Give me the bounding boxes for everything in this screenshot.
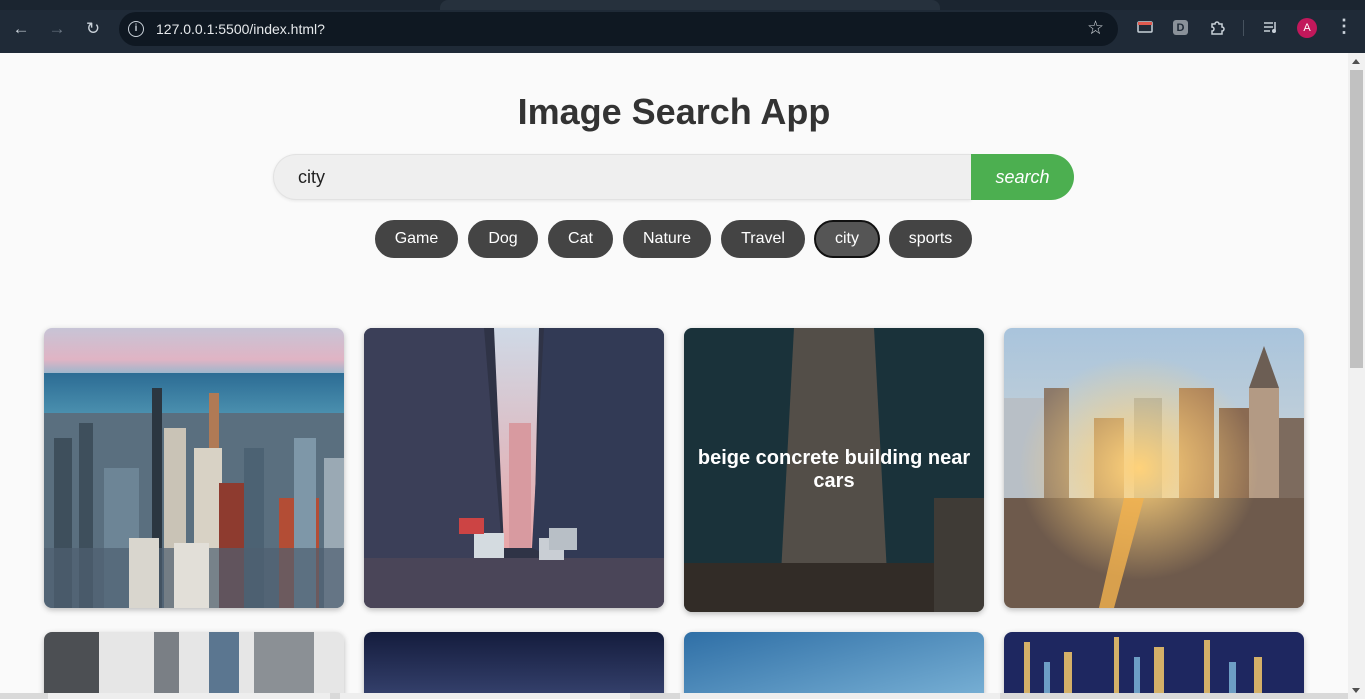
vertical-scrollbar[interactable]: [1348, 53, 1365, 699]
cast-icon[interactable]: [1136, 18, 1154, 36]
chip-dog[interactable]: Dog: [468, 220, 538, 258]
tab-strip: [0, 0, 1365, 10]
media-queue-icon[interactable]: [1262, 18, 1280, 36]
result-card[interactable]: [44, 328, 344, 608]
url-text[interactable]: 127.0.0.1:5500/index.html?: [156, 21, 325, 37]
profile-avatar[interactable]: A: [1297, 18, 1317, 38]
address-bar[interactable]: i 127.0.0.1:5500/index.html? ☆: [119, 12, 1118, 46]
result-card[interactable]: [1004, 328, 1304, 608]
site-info-icon[interactable]: i: [128, 21, 144, 37]
result-card[interactable]: [364, 632, 664, 699]
active-tab[interactable]: [440, 0, 940, 10]
chip-travel[interactable]: Travel: [721, 220, 805, 258]
toolbar-divider: [1243, 20, 1244, 36]
forward-arrow-icon[interactable]: →: [45, 17, 69, 41]
result-image: [364, 328, 664, 608]
result-card-hovered[interactable]: beige concrete building near cars: [684, 328, 984, 612]
result-image: [1004, 328, 1304, 608]
result-image: [364, 632, 664, 699]
horizontal-scrollbar[interactable]: [0, 693, 1348, 699]
result-card[interactable]: [684, 632, 984, 699]
result-image: [1004, 632, 1304, 699]
result-image: [44, 632, 344, 699]
back-arrow-icon[interactable]: ←: [9, 17, 33, 41]
result-image: [684, 632, 984, 699]
hscroll-segment: [680, 693, 1000, 699]
scroll-down-arrow-icon[interactable]: [1352, 688, 1360, 693]
result-card[interactable]: [364, 328, 664, 608]
scroll-up-arrow-icon[interactable]: [1352, 59, 1360, 64]
page-viewport: Image Search App search Game Dog Cat Nat…: [0, 53, 1348, 699]
chip-sports[interactable]: sports: [889, 220, 972, 258]
image-caption: beige concrete building near cars: [697, 447, 971, 492]
chip-city[interactable]: city: [814, 220, 880, 258]
chip-cat[interactable]: Cat: [548, 220, 613, 258]
hscroll-segment: [340, 693, 630, 699]
result-card[interactable]: [44, 632, 344, 699]
page-title: Image Search App: [517, 91, 831, 132]
hover-overlay: beige concrete building near cars: [684, 328, 984, 612]
browser-toolbar: ← → ↻ i 127.0.0.1:5500/index.html? ☆ D A…: [0, 0, 1365, 53]
category-chips: Game Dog Cat Nature Travel city sports: [0, 220, 1348, 258]
reload-icon[interactable]: ↻: [81, 17, 105, 41]
search-form: search: [273, 154, 1074, 200]
result-image: [44, 328, 344, 608]
chip-nature[interactable]: Nature: [623, 220, 711, 258]
chip-game[interactable]: Game: [375, 220, 458, 258]
hscroll-segment: [48, 693, 330, 699]
extensions-puzzle-icon[interactable]: [1208, 18, 1226, 36]
result-card[interactable]: [1004, 632, 1304, 699]
extension-d-icon[interactable]: D: [1173, 20, 1188, 35]
search-button[interactable]: search: [971, 154, 1074, 200]
scrollbar-thumb[interactable]: [1350, 70, 1363, 368]
bookmark-star-icon[interactable]: ☆: [1087, 17, 1104, 40]
browser-menu-icon[interactable]: ⋮: [1335, 16, 1353, 37]
search-input[interactable]: [273, 154, 971, 200]
